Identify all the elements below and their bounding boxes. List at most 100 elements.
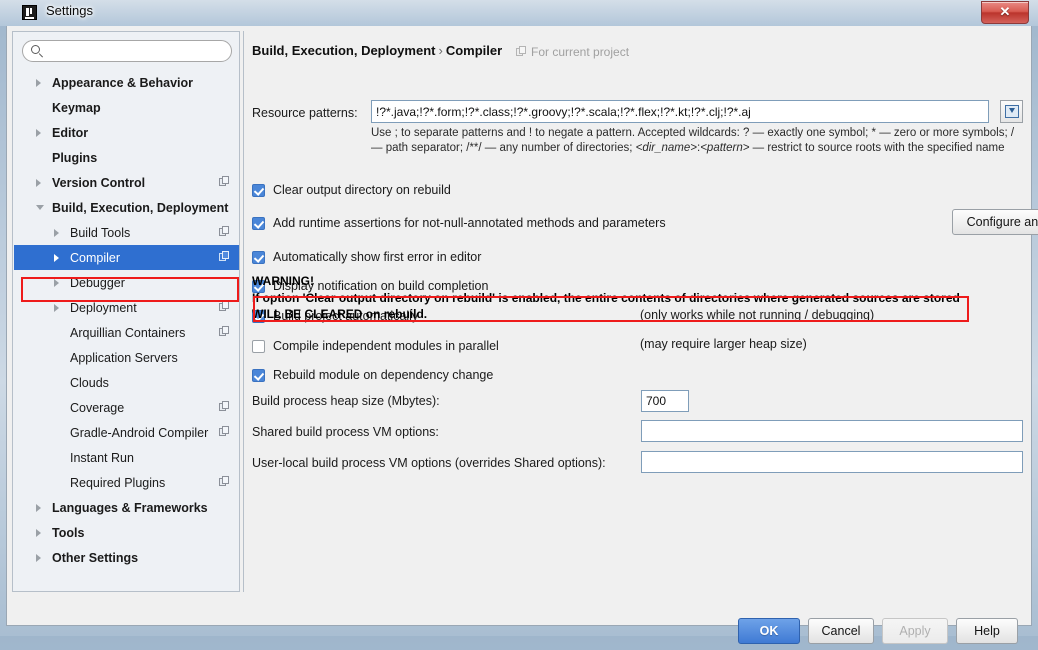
search-input[interactable] — [47, 43, 229, 62]
close-button[interactable]: ✕ — [981, 1, 1029, 24]
window-titlebar: Settings ✕ — [0, 0, 1038, 26]
breadcrumb-parent[interactable]: Build, Execution, Deployment — [252, 43, 435, 58]
checkbox-row-show-first-error[interactable]: Automatically show first error in editor — [252, 248, 481, 266]
sidebar-item-tools[interactable]: Tools — [14, 520, 239, 545]
project-scope-label: For current project — [531, 45, 630, 59]
sidebar-item-label: Gradle-Android Compiler — [70, 425, 209, 440]
project-scope-icon — [219, 401, 230, 412]
shared-vm-options-label: Shared build process VM options: — [252, 425, 439, 439]
compiler-settings-pane: Build, Execution, Deployment › Compiler Fo… — [243, 31, 1038, 592]
project-scope-icon — [219, 476, 230, 487]
shared-vm-options-input[interactable] — [641, 420, 1023, 442]
sidebar-item-label: Version Control — [52, 175, 146, 190]
sidebar-item-keymap[interactable]: Keymap — [14, 95, 239, 120]
chevron-right-icon[interactable] — [36, 503, 41, 512]
sidebar-item-label: Editor — [52, 125, 89, 140]
search-box[interactable] — [22, 40, 232, 62]
sidebar-item-label: Build Tools — [70, 225, 131, 240]
checkbox-row-rebuild-on-dependency[interactable]: Rebuild module on dependency change — [252, 366, 493, 384]
heap-size-input[interactable] — [641, 390, 689, 412]
sidebar-item-deployment[interactable]: Deployment — [14, 295, 239, 320]
user-local-vm-options-label: User-local build process VM options (ove… — [252, 456, 606, 470]
settings-sidebar: Appearance & Behavior Keymap Editor Plugins… — [12, 31, 240, 592]
intellij-logo-icon — [22, 5, 37, 20]
checkbox-clear-output[interactable] — [252, 183, 265, 197]
checkbox-rebuild-on-dependency[interactable] — [252, 368, 265, 382]
breadcrumb-separator: › — [438, 43, 443, 58]
checkbox-parallel-modules[interactable] — [252, 339, 265, 353]
chevron-right-icon[interactable] — [36, 553, 41, 562]
chevron-right-icon[interactable] — [36, 178, 41, 187]
sidebar-item-label: Build, Execution, Deployment — [52, 200, 229, 215]
settings-tree: Appearance & Behavior Keymap Editor Plugins… — [14, 70, 239, 590]
warning-line-1: If option 'Clear output directory on reb… — [252, 290, 960, 305]
warning-text: WARNING! If option 'Clear output directo… — [252, 273, 1022, 323]
sidebar-item-arquillian-containers[interactable]: Arquillian Containers — [14, 320, 239, 345]
apply-button: Apply — [882, 618, 948, 644]
help-button[interactable]: Help — [956, 618, 1018, 644]
chevron-right-icon[interactable] — [36, 78, 41, 87]
help-text-dirname: <dir_name> — [635, 141, 697, 154]
checkbox-label-parallel-modules: Compile independent modules in parallel — [273, 339, 499, 353]
user-local-vm-options-input[interactable] — [641, 451, 1023, 473]
chevron-right-icon[interactable] — [54, 253, 59, 262]
checkbox-row-parallel-modules[interactable]: Compile independent modules in parallel — [252, 337, 499, 355]
sidebar-item-label: Application Servers — [70, 350, 178, 365]
sidebar-item-gradle-android-compiler[interactable]: Gradle-Android Compiler — [14, 420, 239, 445]
project-scope-icon — [219, 301, 230, 312]
checkbox-show-first-error[interactable] — [252, 250, 265, 264]
chevron-right-icon[interactable] — [54, 303, 59, 312]
sidebar-item-label: Arquillian Containers — [70, 325, 186, 340]
sidebar-item-debugger[interactable]: Debugger — [14, 270, 239, 295]
sidebar-item-instant-run[interactable]: Instant Run — [14, 445, 239, 470]
sidebar-item-coverage[interactable]: Coverage — [14, 395, 239, 420]
ok-button[interactable]: OK — [738, 618, 800, 644]
checkbox-label-runtime-assertions: Add runtime assertions for not-null-anno… — [273, 216, 666, 230]
sidebar-item-appearance-behavior[interactable]: Appearance & Behavior — [14, 70, 239, 95]
project-scope-icon — [219, 176, 230, 187]
sidebar-item-label: Coverage — [70, 400, 125, 415]
sidebar-item-editor[interactable]: Editor — [14, 120, 239, 145]
sidebar-item-label: Instant Run — [70, 450, 134, 465]
configure-annotations-label: Configure annotations... — [966, 215, 1038, 229]
project-scope-icon — [219, 251, 230, 262]
checkbox-row-runtime-assertions[interactable]: Add runtime assertions for not-null-anno… — [252, 214, 666, 232]
heap-size-label: Build process heap size (Mbytes): — [252, 394, 440, 408]
checkbox-row-clear-output[interactable]: Clear output directory on rebuild — [252, 181, 451, 199]
close-icon: ✕ — [999, 4, 1011, 19]
sidebar-item-clouds[interactable]: Clouds — [14, 370, 239, 395]
project-scope-icon — [219, 426, 230, 437]
hint-parallel-modules: (may require larger heap size) — [640, 337, 807, 351]
chevron-right-icon[interactable] — [36, 128, 41, 137]
settings-window: Settings ✕ Appearance & Behavior Keymap Ed… — [0, 0, 1038, 644]
sidebar-item-plugins[interactable]: Plugins — [14, 145, 239, 170]
sidebar-item-label: Appearance & Behavior — [52, 75, 194, 90]
cancel-button[interactable]: Cancel — [808, 618, 874, 644]
sidebar-item-application-servers[interactable]: Application Servers — [14, 345, 239, 370]
expand-editor-icon[interactable] — [1000, 100, 1023, 123]
sidebar-item-required-plugins[interactable]: Required Plugins — [14, 470, 239, 495]
project-scope-icon — [516, 46, 527, 57]
checkbox-runtime-assertions[interactable] — [252, 216, 265, 230]
warning-heading: WARNING! — [252, 274, 314, 288]
help-text-part2: — restrict to source roots with the spec… — [749, 141, 1005, 154]
configure-annotations-button[interactable]: Configure annotations... — [952, 209, 1038, 235]
project-scope-note: For current project — [516, 45, 629, 59]
breadcrumb: Build, Execution, Deployment › Compiler — [252, 43, 502, 58]
sidebar-item-build-tools[interactable]: Build Tools — [14, 220, 239, 245]
sidebar-item-other-settings[interactable]: Other Settings — [14, 545, 239, 570]
chevron-right-icon[interactable] — [54, 278, 59, 287]
sidebar-item-version-control[interactable]: Version Control — [14, 170, 239, 195]
sidebar-item-compiler[interactable]: Compiler — [14, 245, 239, 270]
sidebar-item-languages-frameworks[interactable]: Languages & Frameworks — [14, 495, 239, 520]
settings-dialog: Appearance & Behavior Keymap Editor Plugins… — [6, 26, 1038, 644]
resource-patterns-input[interactable] — [371, 100, 989, 123]
checkbox-label-clear-output: Clear output directory on rebuild — [273, 183, 451, 197]
project-scope-icon — [219, 326, 230, 337]
chevron-right-icon[interactable] — [36, 528, 41, 537]
sidebar-item-build-execution-deployment[interactable]: Build, Execution, Deployment — [14, 195, 239, 220]
chevron-down-icon[interactable] — [36, 205, 44, 210]
chevron-right-icon[interactable] — [54, 228, 59, 237]
resource-patterns-help: Use ; to separate patterns and ! to nega… — [371, 126, 1019, 155]
warning-line-2: WILL BE CLEARED on rebuild. — [252, 307, 428, 321]
